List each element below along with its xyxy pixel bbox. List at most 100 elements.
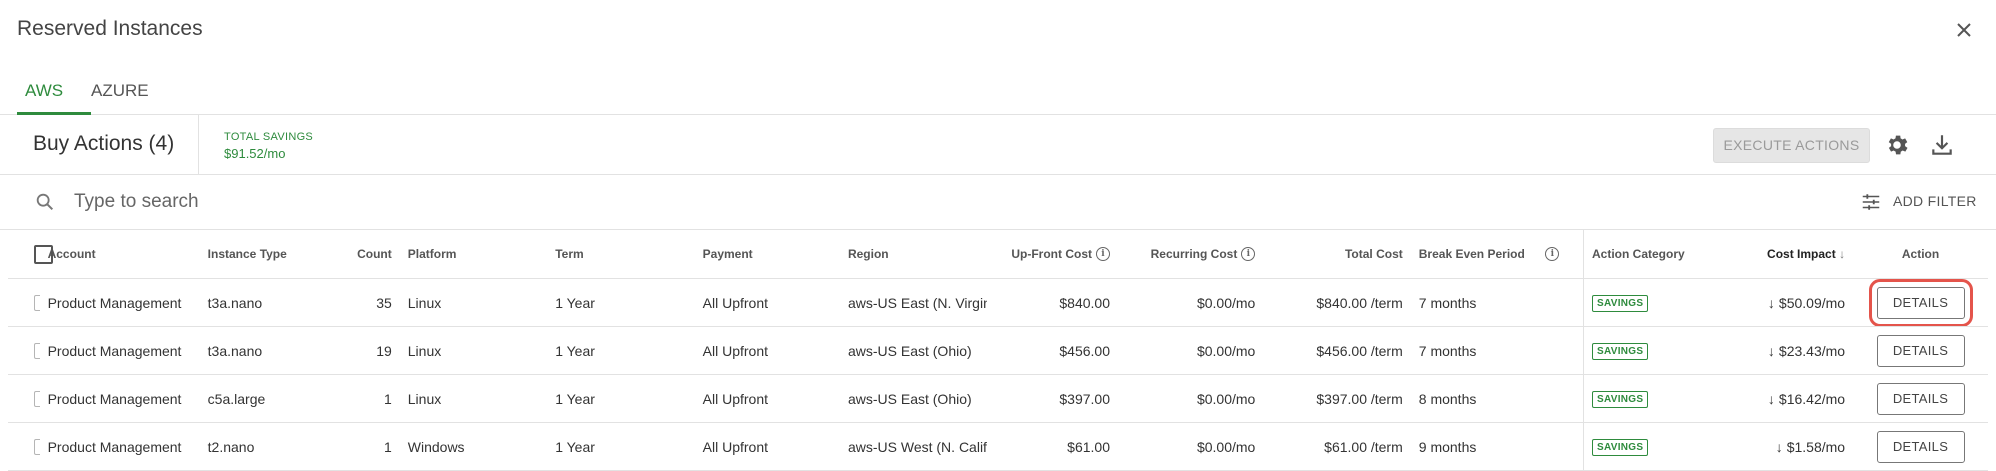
instance-type-cell: t3a.nano	[199, 326, 316, 375]
details-button[interactable]: DETAILS	[1868, 278, 1973, 326]
table-row[interactable]: Product Management t2.nano 1 Windows 1 Year A…	[8, 422, 1988, 471]
tab-azure[interactable]: AZURE	[83, 70, 157, 112]
action-category-cell: SAVINGS	[1582, 422, 1710, 471]
provider-tabs: AWS AZURE	[0, 70, 1996, 115]
details-button[interactable]: DETAILS	[1876, 430, 1965, 463]
header-payment[interactable]: Payment	[694, 230, 840, 279]
recurring-cost-cell: $0.00/mo	[1118, 374, 1264, 423]
region-link[interactable]: aws-US East (Ohio)	[839, 326, 988, 375]
header-break-even[interactable]: Break Even Period	[1410, 230, 1542, 279]
header-platform[interactable]: Platform	[399, 230, 548, 279]
platform-cell: Linux	[399, 374, 548, 423]
header-total-cost[interactable]: Total Cost	[1263, 230, 1411, 279]
term-cell: 1 Year	[547, 278, 695, 327]
header-action-category[interactable]: Action Category	[1582, 230, 1710, 279]
break-even-cell: 7 months	[1410, 278, 1542, 327]
cost-impact-cell: ↓ $23.43/mo	[1709, 326, 1854, 375]
action-category-cell: SAVINGS	[1582, 326, 1710, 375]
tab-aws[interactable]: AWS	[17, 70, 91, 115]
action-cell: DETAILS	[1853, 422, 1988, 471]
download-icon[interactable]	[1929, 132, 1955, 158]
gear-icon[interactable]	[1884, 132, 1910, 158]
cost-impact-cell: ↓ $50.09/mo	[1709, 278, 1854, 327]
cost-impact-cell: ↓ $16.42/mo	[1709, 374, 1854, 423]
header-cost-impact[interactable]: Cost Impact ↓	[1709, 230, 1854, 279]
header-count[interactable]: Count	[315, 230, 400, 279]
spacer-cell	[1541, 422, 1584, 471]
total-cost-cell: $397.00 /term	[1263, 374, 1411, 423]
close-icon[interactable]	[1952, 18, 1976, 42]
row-select-cell	[8, 374, 40, 423]
account-link[interactable]: Product Management	[39, 278, 200, 327]
execute-actions-button[interactable]: EXECUTE ACTIONS	[1713, 128, 1870, 163]
savings-badge: SAVINGS	[1591, 439, 1649, 456]
savings-badge: SAVINGS	[1591, 295, 1649, 312]
info-icon[interactable]: i	[1545, 247, 1560, 262]
count-cell: 19	[315, 326, 400, 375]
header-upfront-cost[interactable]: Up-Front Cost i	[987, 230, 1118, 279]
action-cell: DETAILS	[1853, 374, 1988, 423]
total-savings-value: $91.52/mo	[224, 146, 286, 161]
row-select-cell	[8, 326, 40, 375]
header-instance-type[interactable]: Instance Type	[199, 230, 316, 279]
header-cost-impact-label: Cost Impact	[1767, 247, 1836, 261]
row-checkbox[interactable]	[34, 295, 40, 312]
table-row[interactable]: Product Management c5a.large 1 Linux 1 Year A…	[8, 374, 1988, 423]
add-filter-button[interactable]: ADD FILTER	[1893, 193, 1977, 209]
row-checkbox[interactable]	[34, 391, 40, 408]
cost-impact-value: $23.43/mo	[1778, 342, 1846, 359]
row-select-cell	[8, 422, 40, 471]
break-even-cell: 7 months	[1410, 326, 1542, 375]
row-checkbox[interactable]	[34, 343, 40, 360]
header-break-even-info: i	[1541, 230, 1584, 279]
account-link[interactable]: Product Management	[39, 374, 200, 423]
table-row[interactable]: Product Management t3a.nano 35 Linux 1 Year A…	[8, 278, 1988, 327]
account-link[interactable]: Product Management	[39, 422, 200, 471]
region-link[interactable]: aws-US East (N. Virginia)	[839, 278, 988, 327]
term-cell: 1 Year	[547, 326, 695, 375]
recurring-cost-cell: $0.00/mo	[1118, 326, 1264, 375]
spacer-cell	[1541, 326, 1584, 375]
actions-toolbar: Buy Actions (4) TOTAL SAVINGS $91.52/mo …	[0, 114, 1996, 175]
region-link[interactable]: aws-US East (Ohio)	[839, 374, 988, 423]
header-region[interactable]: Region	[839, 230, 988, 279]
header-term[interactable]: Term	[547, 230, 695, 279]
arrow-down-icon: ↓	[1767, 294, 1775, 311]
upfront-cost-cell: $397.00	[987, 374, 1118, 423]
region-link[interactable]: aws-US West (N. California)	[839, 422, 988, 471]
payment-cell: All Upfront	[694, 326, 840, 375]
details-button[interactable]: DETAILS	[1876, 382, 1965, 415]
account-link[interactable]: Product Management	[39, 326, 200, 375]
break-even-cell: 8 months	[1410, 374, 1542, 423]
savings-badge: SAVINGS	[1591, 343, 1649, 360]
count-cell: 35	[315, 278, 400, 327]
arrow-down-icon: ↓	[1775, 438, 1783, 455]
header-recurring-cost[interactable]: Recurring Cost i	[1118, 230, 1264, 279]
instance-type-cell: t2.nano	[199, 422, 316, 471]
instance-type-cell: c5a.large	[199, 374, 316, 423]
table-row[interactable]: Product Management t3a.nano 19 Linux 1 Year A…	[8, 326, 1988, 375]
header-action: Action	[1853, 230, 1988, 279]
filter-sliders-icon[interactable]	[1860, 191, 1882, 213]
arrow-down-icon: ↓	[1767, 342, 1775, 359]
cost-impact-value: $50.09/mo	[1778, 294, 1846, 311]
sort-desc-icon: ↓	[1839, 247, 1846, 261]
total-cost-cell: $61.00 /term	[1263, 422, 1411, 471]
search-bar: ADD FILTER	[0, 175, 1996, 230]
platform-cell: Linux	[399, 278, 548, 327]
payment-cell: All Upfront	[694, 422, 840, 471]
info-icon[interactable]: i	[1096, 247, 1110, 262]
info-icon[interactable]: i	[1241, 247, 1256, 262]
toolbar-divider	[198, 114, 199, 174]
term-cell: 1 Year	[547, 422, 695, 471]
select-all-cell	[8, 230, 53, 279]
details-button[interactable]: DETAILS	[1876, 334, 1965, 367]
buy-actions-title: Buy Actions (4)	[33, 132, 175, 155]
table-header-row: Account Instance Type Count Platform Ter…	[8, 230, 1988, 279]
header-upfront-label: Up-Front Cost	[1011, 246, 1092, 261]
header-account[interactable]: Account	[39, 230, 200, 279]
row-checkbox[interactable]	[34, 439, 40, 456]
search-input[interactable]	[72, 185, 976, 219]
row-select-cell	[8, 278, 40, 327]
total-savings-label: TOTAL SAVINGS	[224, 131, 314, 143]
